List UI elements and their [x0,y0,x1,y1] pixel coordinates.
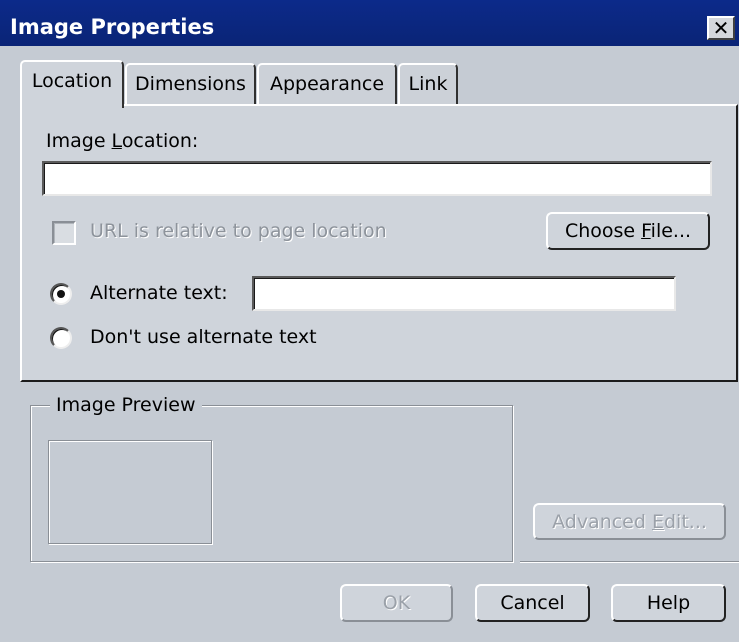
no-alternate-text-radio[interactable] [50,327,72,349]
tab-location-label: Location [31,70,113,92]
ok-button[interactable]: OK [340,584,453,622]
image-preview-legend: Image Preview [50,394,202,416]
tab-location[interactable]: Location [20,60,124,108]
help-button[interactable]: Help [611,584,726,622]
ok-label: OK [382,592,411,614]
cancel-label: Cancel [500,592,565,614]
cancel-button[interactable]: Cancel [475,584,590,622]
image-location-input[interactable] [42,161,712,196]
alternate-text-input[interactable] [252,276,676,311]
close-button[interactable]: ✕ [707,16,735,40]
close-icon: ✕ [712,16,730,40]
alternate-text-label: Alternate text: [90,282,228,304]
relative-url-checkbox[interactable] [52,221,76,245]
choose-file-button[interactable]: Choose File... [546,212,710,250]
tab-dimensions-label: Dimensions [135,73,246,95]
radio-selected-dot [57,290,65,298]
tab-link[interactable]: Link [398,63,458,105]
window-title: Image Properties [10,15,215,39]
button-separator [520,561,739,563]
title-bar[interactable]: Image Properties ✕ [0,0,739,46]
no-alternate-text-label: Don't use alternate text [90,326,317,348]
tab-dimensions[interactable]: Dimensions [125,63,256,105]
advanced-edit-button[interactable]: Advanced Edit... [533,503,726,540]
relative-url-label: URL is relative to page location [90,220,387,242]
image-preview-box [48,440,212,544]
tab-appearance-label: Appearance [269,73,385,95]
tab-link-label: Link [408,73,448,95]
image-location-label: Image Location: [46,130,199,152]
tab-appearance[interactable]: Appearance [257,63,397,105]
alternate-text-radio[interactable] [50,283,72,305]
help-label: Help [646,592,691,614]
advanced-edit-label: Advanced Edit... [552,510,707,533]
choose-file-label: Choose File... [564,220,692,242]
